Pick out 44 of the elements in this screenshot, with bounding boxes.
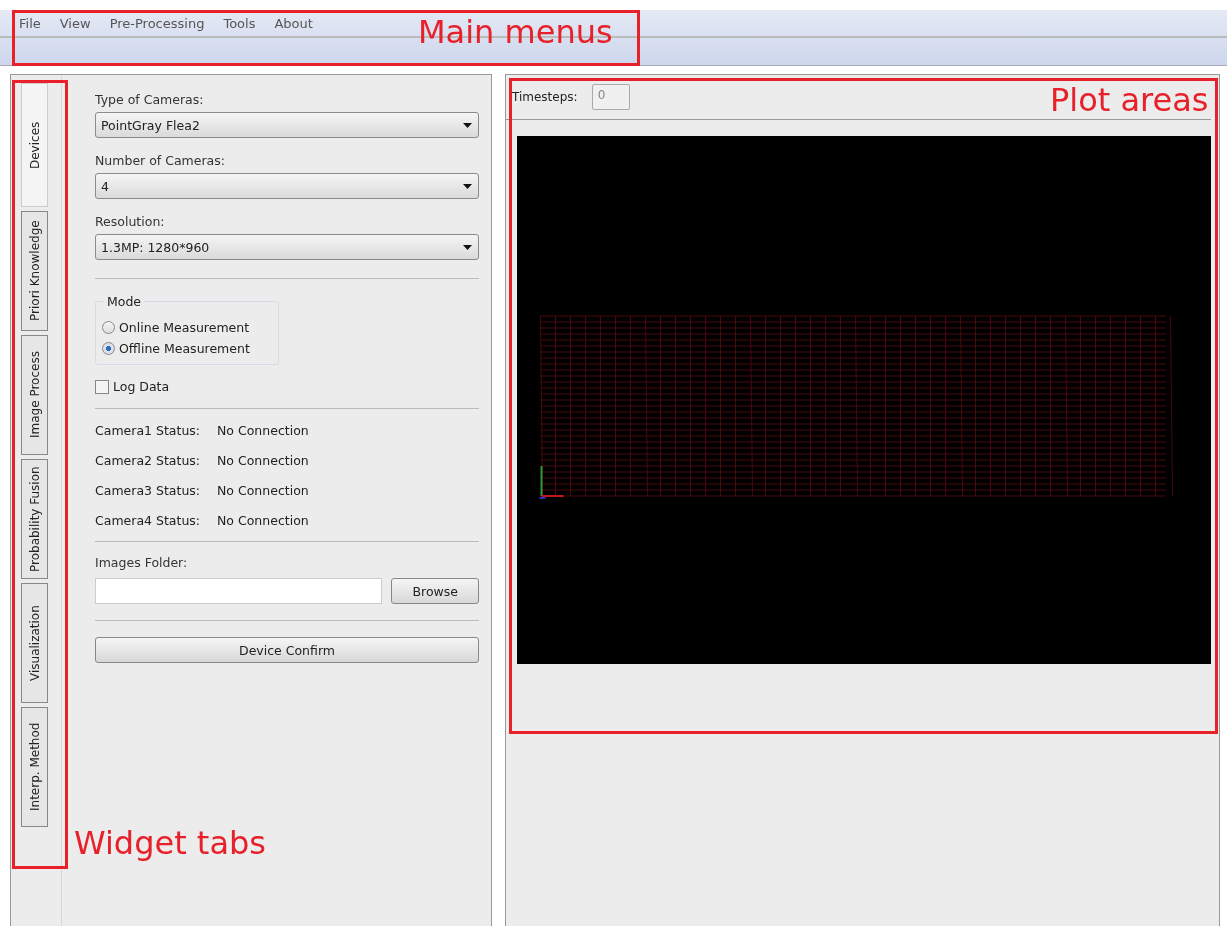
status-label: Camera3 Status: (95, 482, 202, 498)
menu-item[interactable]: Pre-Processing (109, 15, 205, 31)
vertical-tab[interactable]: Visualization (21, 583, 48, 703)
menu-item[interactable]: Tools (223, 15, 256, 31)
vertical-tab[interactable]: Probability Fusion (21, 459, 48, 579)
radio-button[interactable] (102, 321, 115, 334)
folder-input-field[interactable] (95, 578, 383, 604)
device-confirm-button[interactable]: Device Confirm (95, 637, 479, 663)
option-label: Offline Measurement (119, 341, 250, 356)
menu-item[interactable]: View (59, 15, 91, 31)
dropdown[interactable]: PointGray Flea2 (95, 112, 479, 138)
vertical-tab[interactable]: Devices (21, 83, 48, 207)
menu-item[interactable]: File (19, 15, 41, 31)
timesteps-label: Timesteps: (512, 90, 578, 104)
caret-icon (463, 183, 472, 189)
axes-icon (538, 465, 565, 499)
option-label: Online Measurement (119, 320, 250, 335)
checkbox[interactable] (95, 379, 109, 394)
browse-button[interactable]: Browse (391, 578, 479, 604)
annotation-label: Plot areas (1050, 81, 1209, 119)
status-value: No Connection (217, 422, 309, 438)
field-label: Type of Cameras: (95, 90, 205, 109)
status-label: Camera4 Status: (95, 512, 202, 528)
caret-icon (463, 122, 472, 128)
status-label: Camera1 Status: (95, 422, 202, 438)
checkbox-label: Log Data (113, 379, 170, 394)
vertical-tab[interactable]: Interp. Method (21, 707, 48, 827)
field-label: Images Folder: (95, 553, 189, 572)
dropdown[interactable]: 4 (95, 173, 479, 199)
status-value: No Connection (217, 452, 309, 468)
status-value: No Connection (217, 512, 309, 528)
radio-button[interactable] (102, 342, 115, 355)
vertical-tab[interactable]: Priori Knowledge (21, 211, 48, 331)
field-label: Number of Cameras: (95, 151, 226, 170)
menu-item[interactable]: About (274, 15, 313, 31)
annotation-label: Main menus (418, 13, 613, 51)
group-title: Mode (104, 294, 145, 309)
caret-icon (463, 244, 472, 250)
vertical-tab[interactable]: Image Process (21, 335, 48, 455)
status-label: Camera2 Status: (95, 452, 202, 468)
status-value: No Connection (217, 482, 309, 498)
field-label: Resolution: (95, 212, 166, 231)
dropdown[interactable]: 1.3MP: 1280*960 (95, 234, 479, 260)
annotation-label: Widget tabs (74, 824, 266, 862)
